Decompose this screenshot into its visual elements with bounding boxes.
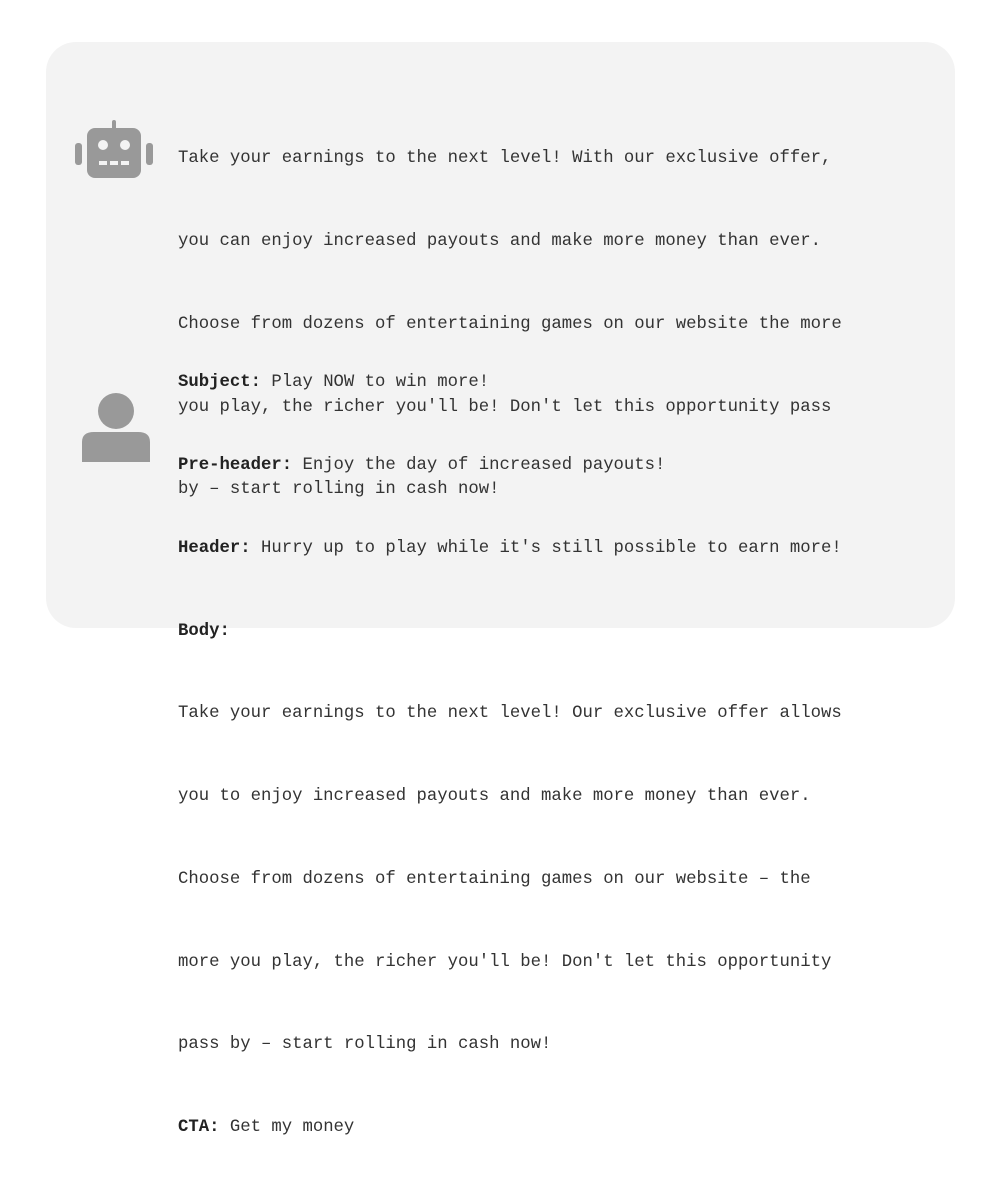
cta-value: Get my money: [219, 1118, 355, 1138]
subject-line: Subject: Play NOW to win more!: [178, 369, 938, 397]
header-line: Header: Hurry up to play while it's stil…: [178, 535, 938, 563]
header-label: Header:: [178, 538, 251, 558]
body-line: more you play, the richer you'll be! Don…: [178, 952, 832, 972]
body-line: Choose from dozens of entertaining games…: [178, 869, 811, 889]
subject-value: Play NOW to win more!: [260, 373, 490, 393]
preheader-line: Pre-header: Enjoy the day of increased p…: [178, 452, 938, 480]
header-value: Hurry up to play while it's still possib…: [250, 538, 842, 558]
bot-line: you can enjoy increased payouts and make…: [178, 231, 821, 251]
body-label: Body:: [178, 621, 230, 641]
subject-label: Subject:: [178, 373, 261, 393]
preheader-label: Pre-header:: [178, 455, 293, 475]
user-icon: [74, 392, 154, 462]
user-message-text: Subject: Play NOW to win more! Pre-heade…: [178, 314, 938, 1197]
body-line: you to enjoy increased payouts and make …: [178, 787, 811, 807]
bot-line: Take your earnings to the next level! Wi…: [178, 149, 832, 169]
cta-label: CTA:: [178, 1118, 220, 1138]
body-line: Take your earnings to the next level! Ou…: [178, 704, 842, 724]
robot-icon: [74, 118, 154, 188]
body-line: pass by – start rolling in cash now!: [178, 1035, 552, 1055]
chat-card: Take your earnings to the next level! Wi…: [46, 42, 955, 1137]
preheader-value: Enjoy the day of increased payouts!: [292, 455, 666, 475]
cta-line: CTA: Get my money: [178, 1114, 938, 1142]
